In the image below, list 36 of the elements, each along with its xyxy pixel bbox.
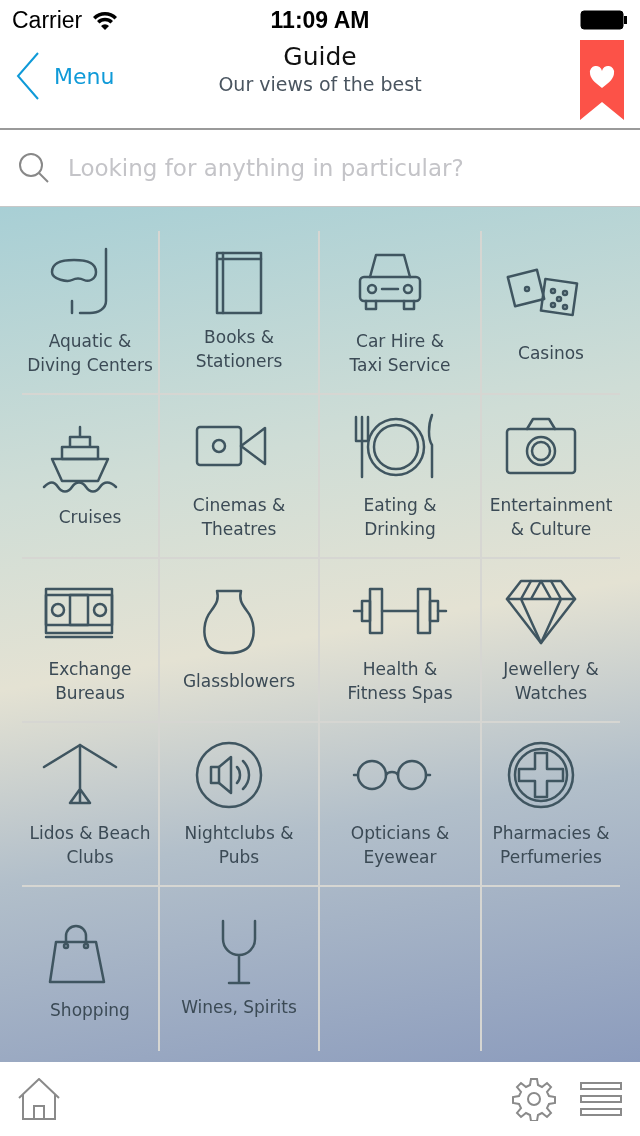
search-icon (18, 152, 50, 184)
category-label[interactable]: Casinos (518, 341, 584, 365)
chevron-left-icon (16, 52, 40, 100)
wifi-icon (92, 10, 119, 30)
home-icon (18, 1078, 60, 1120)
category-label[interactable]: Eating & Drinking (363, 493, 437, 541)
category-label[interactable]: Car Hire & Taxi Service (349, 329, 451, 377)
carrier-name: Carrier (12, 6, 83, 34)
page-subtitle: Our views of the best (218, 73, 422, 95)
category-label[interactable]: Glassblowers (182, 669, 296, 693)
menu-icon (580, 1081, 622, 1117)
book-icon (215, 251, 263, 315)
category-label[interactable]: Jewellery & Watches (503, 657, 599, 705)
category-label[interactable]: Entertainment & Culture (489, 493, 613, 541)
settings-icon (512, 1077, 556, 1121)
category-label[interactable]: Shopping (50, 998, 130, 1022)
category-label[interactable]: Cruises (58, 505, 122, 529)
category-label[interactable]: Wines, Spirits (181, 995, 297, 1019)
bookmark-heart-icon (580, 40, 624, 122)
menu-button[interactable] (580, 1081, 622, 1117)
category-label[interactable]: Lidos & Beach Clubs (29, 821, 151, 869)
home-button[interactable] (18, 1078, 60, 1120)
category-label[interactable]: Books & Stationers (195, 325, 283, 373)
category-label[interactable]: Exchange Bureaus (48, 657, 132, 705)
category-label[interactable]: Cinemas & Theatres (192, 493, 286, 541)
favourites-button[interactable] (580, 40, 624, 122)
category-label[interactable]: Health & Fitness Spas (347, 657, 453, 705)
category-label[interactable]: Pharmacies & Perfumeries (492, 821, 610, 869)
category-label[interactable]: Nightclubs & Pubs (184, 821, 294, 869)
clock-time: 11:09 AM (270, 6, 370, 34)
settings-button[interactable] (512, 1077, 556, 1121)
battery-icon (580, 10, 628, 30)
category-label[interactable]: Opticians & Eyewear (350, 821, 450, 869)
category-label[interactable]: Aquatic & Diving Centers (27, 329, 153, 377)
page-title: Guide (283, 42, 357, 71)
wine-glass-icon (221, 919, 257, 985)
